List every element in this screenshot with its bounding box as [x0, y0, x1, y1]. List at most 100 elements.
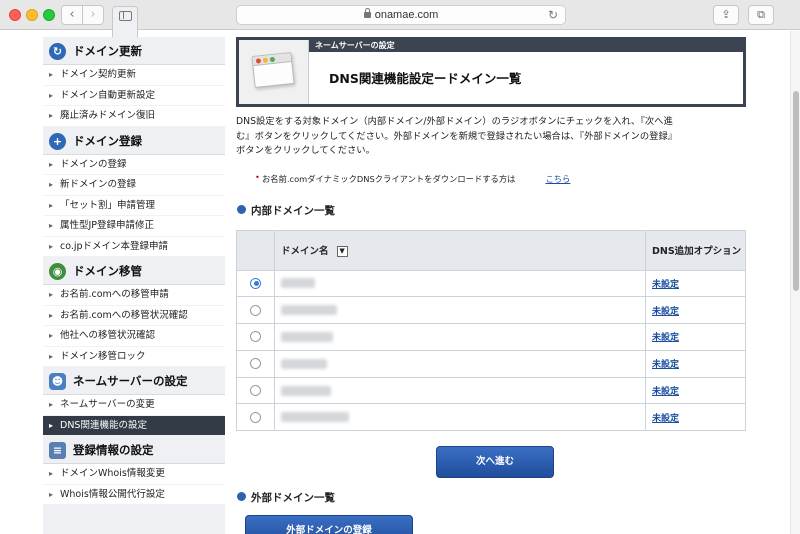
section-header: ☻ ネームサーバーの設定: [43, 367, 225, 395]
scrollbar-thumb[interactable]: [793, 91, 799, 291]
domain-radio-button[interactable]: [250, 411, 261, 423]
domain-column-header: ドメイン名 ▼: [274, 229, 646, 271]
chevron-left-icon: ‹: [69, 7, 75, 22]
sidebar-item[interactable]: ドメイン自動更新設定: [43, 85, 225, 106]
page-title: DNS関連機能設定ードメイン一覧: [329, 71, 522, 86]
table-row: 未設定: [236, 323, 746, 351]
redacted-domain: [281, 385, 331, 396]
section-header: ↻ ドメイン更新: [43, 37, 225, 65]
tabs-icon: ⧉: [757, 8, 765, 21]
table-row: 未設定: [236, 296, 746, 325]
section-title: ドメイン更新: [73, 44, 142, 58]
domain-radio-button[interactable]: [250, 358, 261, 370]
radio-cell: [236, 349, 275, 378]
close-window-button[interactable]: [9, 9, 21, 21]
domain-cell: [274, 296, 646, 325]
option-link[interactable]: 未設定: [652, 333, 679, 343]
sidebar-item[interactable]: 他社への移管状況確認: [43, 326, 225, 347]
domain-header-label: ドメイン名: [281, 246, 329, 257]
minimize-window-button[interactable]: [26, 9, 38, 21]
redacted-domain: [281, 331, 333, 342]
address-bar[interactable]: onamae.com ↻: [236, 5, 566, 25]
sidebar-item-active[interactable]: DNS関連機能の設定: [43, 415, 225, 436]
domain-cell: [274, 323, 646, 351]
table-header-row: ドメイン名 ▼ DNS追加オプション: [236, 229, 746, 271]
page-scrollbar[interactable]: [790, 31, 800, 534]
sidebar-item[interactable]: ドメインWhois情報変更: [43, 464, 225, 485]
sidebar-item[interactable]: 属性型JP登録申請修正: [43, 216, 225, 237]
section-header: ◉ ドメイン移管: [43, 257, 225, 285]
sidebar-section-renewal: ↻ ドメイン更新 ドメイン契約更新 ドメイン自動更新設定 廃止済みドメイン復旧: [43, 37, 225, 127]
option-link[interactable]: 未設定: [652, 307, 679, 317]
sidebar: ↻ ドメイン更新 ドメイン契約更新 ドメイン自動更新設定 廃止済みドメイン復旧 +…: [43, 37, 225, 534]
table-row: 未設定: [236, 403, 746, 432]
sidebar-item[interactable]: ネームサーバーの変更: [43, 395, 225, 416]
window-icon: [251, 51, 295, 89]
sidebar-item[interactable]: 「セット割」申請管理: [43, 195, 225, 216]
option-link[interactable]: 未設定: [652, 360, 679, 370]
zoom-window-button[interactable]: [43, 9, 55, 21]
sidebar-item[interactable]: co.jpドメイン本登録申請: [43, 236, 225, 257]
redacted-domain: [281, 358, 327, 369]
forward-button[interactable]: ›: [82, 5, 104, 25]
external-domains-heading: 外部ドメイン一覧: [236, 490, 746, 505]
register-external-domain-button[interactable]: 外部ドメインの登録: [245, 515, 413, 534]
browser-toolbar: ‹ › onamae.com ↻ ⇪ ⧉: [0, 0, 800, 503]
option-link[interactable]: 未設定: [652, 387, 679, 397]
sidebar-section-register: + ドメイン登録 ドメインの登録 新ドメインの登録 「セット割」申請管理 属性型J…: [43, 126, 225, 257]
section-header: + ドメイン登録: [43, 126, 225, 155]
domain-cell: [274, 349, 646, 378]
option-cell: 未設定: [645, 349, 746, 378]
table-row: 未設定: [236, 376, 746, 405]
sidebar-item[interactable]: ドメイン移管ロック: [43, 346, 225, 367]
option-cell: 未設定: [645, 296, 746, 325]
share-button[interactable]: ⇪: [713, 5, 739, 25]
sidebar-section-transfer: ◉ ドメイン移管 お名前.comへの移管申請 お名前.comへの移管状況確認 他社…: [43, 257, 225, 367]
option-cell: 未設定: [645, 323, 746, 351]
sidebar-item[interactable]: お名前.comへの移管状況確認: [43, 305, 225, 326]
redacted-domain: [281, 305, 337, 316]
section-title: ドメイン移管: [73, 264, 142, 278]
sidebar-item[interactable]: 新ドメインの登録: [43, 175, 225, 196]
refresh-icon: ↻: [49, 43, 66, 60]
next-button[interactable]: 次へ進む: [436, 446, 554, 479]
tab-overview-button[interactable]: ⧉: [748, 5, 774, 25]
domain-radio-button[interactable]: [250, 304, 261, 316]
sidebar-item[interactable]: Whois情報公開代行設定: [43, 484, 225, 505]
breadcrumb: ネームサーバーの設定: [309, 40, 743, 52]
sort-dropdown-icon[interactable]: ▼: [336, 246, 348, 257]
ddns-download-link[interactable]: こちら: [545, 174, 570, 184]
section-title: ネームサーバーの設定: [73, 374, 188, 388]
globe-icon: ◉: [49, 263, 66, 280]
domain-radio-button[interactable]: [250, 385, 261, 397]
domain-radio-button[interactable]: [250, 277, 261, 289]
sidebar-item[interactable]: 廃止済みドメイン復旧: [43, 106, 225, 127]
radio-cell: [236, 376, 275, 405]
page-title-box: ネームサーバーの設定 DNS関連機能設定ードメイン一覧: [236, 37, 746, 107]
plus-icon: +: [49, 132, 66, 150]
redacted-domain: [281, 412, 349, 423]
sidebar-section-registration-info: ≡ 登録情報の設定 ドメインWhois情報変更 Whois情報公開代行設定: [43, 436, 225, 505]
sidebar-item[interactable]: ドメインの登録: [43, 154, 225, 175]
ddns-note: お名前.comダイナミックDNSクライアントをダウンロードする方は こちら: [255, 172, 746, 185]
reload-icon[interactable]: ↻: [548, 6, 558, 24]
radio-cell: [236, 296, 275, 325]
sidebar-item[interactable]: お名前.comへの移管申請: [43, 285, 225, 306]
table-row: 未設定: [236, 349, 746, 378]
sidebar-item[interactable]: ドメイン契約更新: [43, 65, 225, 86]
chevron-right-icon: ›: [90, 7, 96, 22]
domain-cell: [274, 376, 646, 405]
option-link[interactable]: 未設定: [652, 280, 679, 290]
note-text: お名前.comダイナミックDNSクライアントをダウンロードする方は: [262, 173, 516, 184]
back-button[interactable]: ‹: [61, 5, 83, 25]
section-header: ≡ 登録情報の設定: [43, 436, 225, 464]
title-thumbnail: [239, 40, 309, 104]
radio-cell: [236, 269, 275, 298]
domain-radio-button[interactable]: [250, 331, 261, 343]
select-column-header: [236, 229, 275, 271]
url-text: onamae.com: [374, 9, 439, 21]
redacted-domain: [281, 278, 315, 289]
option-link[interactable]: 未設定: [652, 414, 679, 424]
option-column-header: DNS追加オプション: [645, 229, 746, 271]
option-cell: 未設定: [645, 376, 746, 405]
